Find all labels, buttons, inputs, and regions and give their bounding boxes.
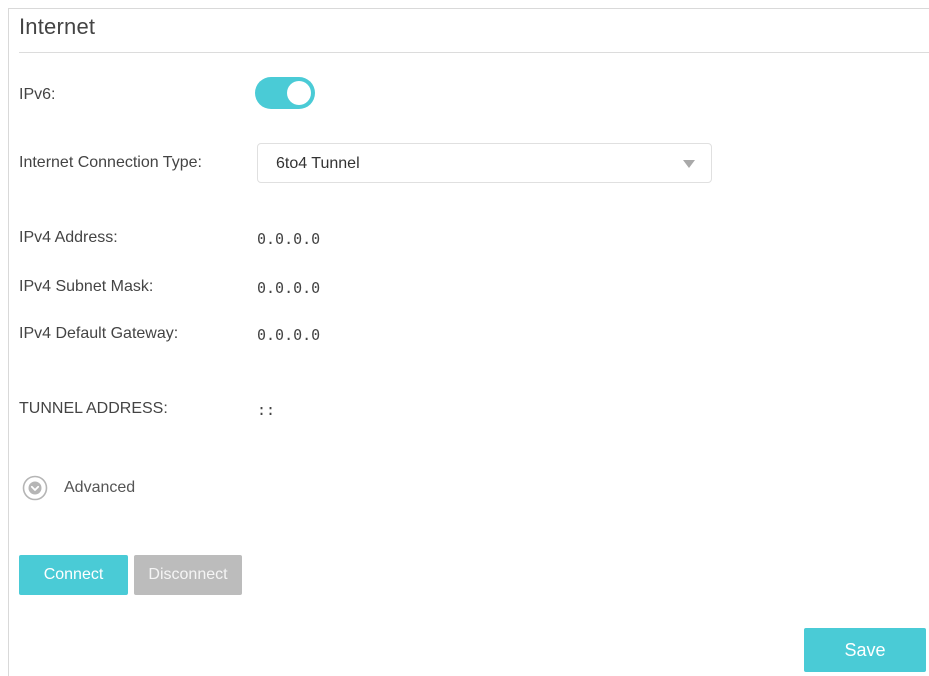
ipv6-toggle[interactable] [255,77,315,109]
tunnel-address-label: TUNNEL ADDRESS: [19,400,168,417]
ipv4-default-gateway-value: 0.0.0.0 [257,326,321,344]
chevron-down-circle-icon [22,475,48,501]
connect-button[interactable]: Connect [19,555,128,595]
title-divider [19,52,929,53]
caret-down-icon [683,160,695,168]
ipv6-label: IPv6: [19,86,56,103]
connection-type-label: Internet Connection Type: [19,154,202,171]
connection-type-value: 6to4 Tunnel [276,155,360,172]
tunnel-address-value: :: [257,401,276,419]
ipv4-subnet-mask-value: 0.0.0.0 [257,279,321,297]
toggle-knob [287,81,311,105]
connection-type-select[interactable]: 6to4 Tunnel [257,143,712,183]
ipv4-subnet-mask-label: IPv4 Subnet Mask: [19,278,154,295]
advanced-label: Advanced [64,479,136,496]
save-button[interactable]: Save [804,628,926,672]
disconnect-button[interactable]: Disconnect [134,555,242,595]
ipv4-default-gateway-label: IPv4 Default Gateway: [19,325,179,342]
ipv4-address-label: IPv4 Address: [19,229,118,246]
page-title: Internet [19,14,96,39]
ipv4-address-value: 0.0.0.0 [257,230,321,248]
